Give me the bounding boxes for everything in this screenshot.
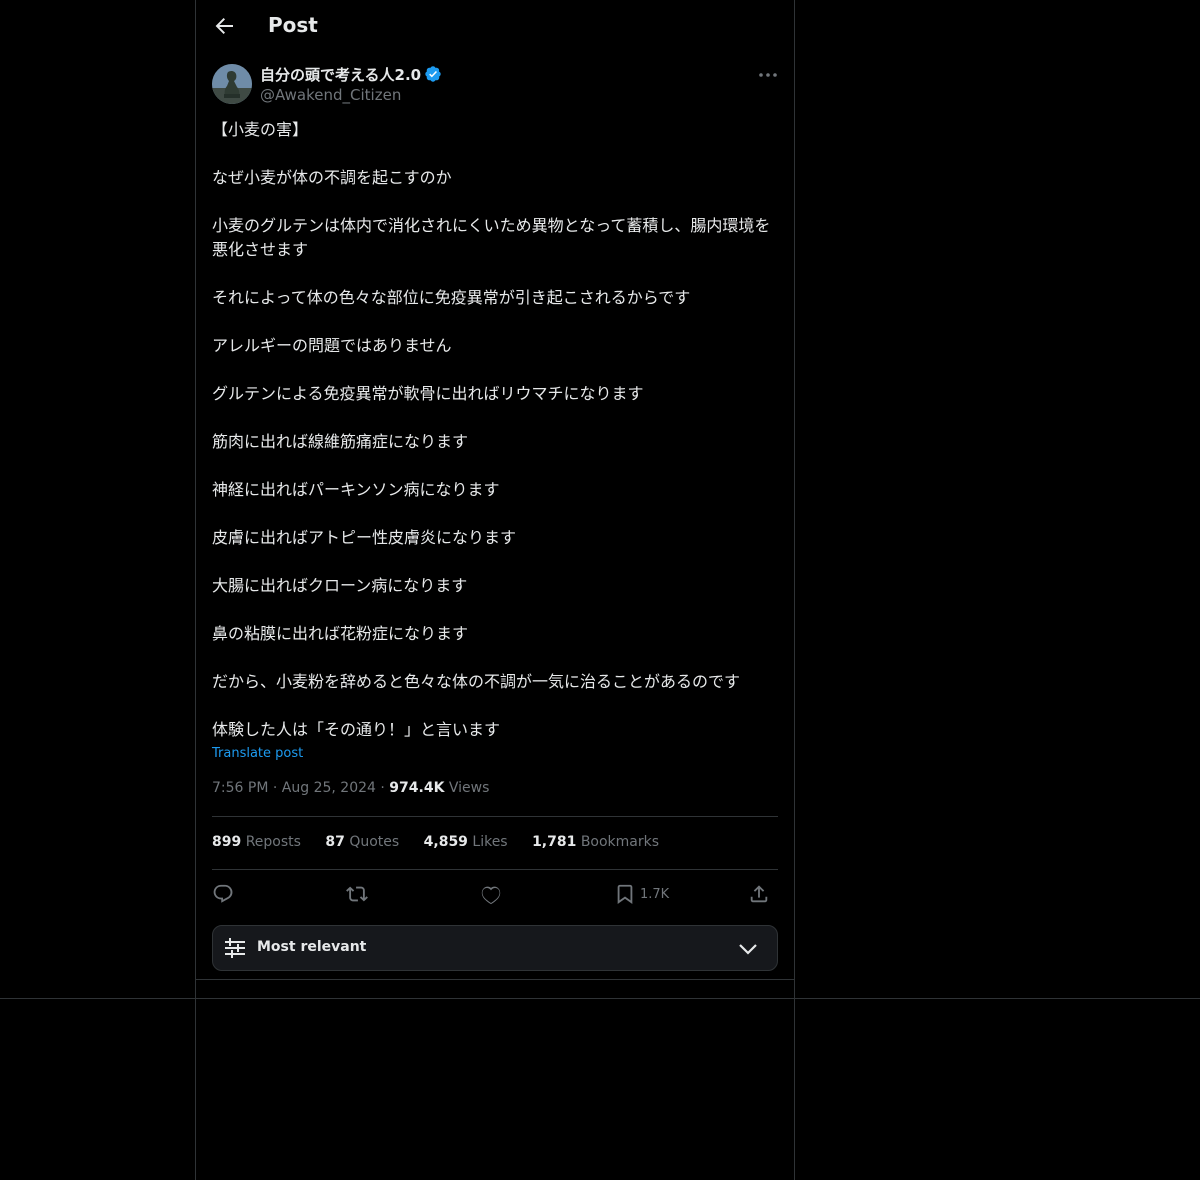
reposts-stat[interactable]: 899 Reposts: [212, 834, 301, 850]
quotes-label: Quotes: [349, 834, 400, 850]
bookmark-button[interactable]: 1.7K: [614, 880, 669, 908]
reply-button[interactable]: [212, 880, 234, 908]
post-paragraph: 小麦のグルテンは体内で消化されにくいため異物となって蓄積し、腸内環境を悪化させま…: [212, 216, 771, 259]
likes-stat[interactable]: 4,859 Likes: [424, 834, 508, 850]
post-paragraph: だから、小麦粉を辞めると色々な体の不調が一気に治ることがあるのです: [212, 672, 741, 691]
sort-label: Most relevant: [257, 939, 367, 955]
share-button[interactable]: [748, 880, 770, 908]
post-paragraph: なぜ小麦が体の不調を起こすのか: [212, 168, 452, 187]
reposts-count: 899: [212, 834, 242, 850]
bookmarks-count: 1,781: [532, 834, 577, 850]
post-paragraph: 鼻の粘膜に出れば花粉症になります: [212, 624, 469, 643]
verified-badge-icon: [424, 65, 442, 87]
post-date[interactable]: Aug 25, 2024: [282, 780, 376, 796]
meta-separator: ·: [272, 780, 282, 796]
post-paragraph: グルテンによる免疫異常が軟骨に出ればリウマチになります: [212, 384, 644, 403]
more-options-icon[interactable]: [756, 64, 780, 86]
translate-post-link[interactable]: Translate post: [212, 746, 303, 761]
share-icon: [750, 885, 768, 903]
likes-label: Likes: [472, 834, 508, 850]
views-count: 974.4K: [389, 780, 445, 796]
post-header: Post: [196, 0, 794, 54]
post-column: Post 自分の頭で考える人2.0 @Awakend_Citizen 【小麦の害…: [195, 0, 795, 1180]
post-paragraph: それによって体の色々な部位に免疫異常が引き起こされるからです: [212, 288, 691, 307]
page-title: Post: [268, 13, 318, 37]
post-paragraph: 体験した人は「その通り！」と言います: [212, 720, 501, 739]
back-arrow-icon[interactable]: [212, 14, 236, 38]
post-paragraph: 大腸に出ればクローン病になります: [212, 576, 468, 595]
bookmarks-label: Bookmarks: [580, 834, 660, 850]
reply-icon: [213, 884, 233, 903]
heart-icon: [481, 886, 501, 905]
avatar[interactable]: [212, 64, 252, 104]
post-text: 【小麦の害】 なぜ小麦が体の不調を起こすのか 小麦のグルテンは体内で消化されにく…: [212, 118, 778, 742]
divider: [212, 816, 778, 817]
meta-separator: ·: [380, 780, 390, 796]
repost-icon: [346, 886, 368, 902]
quotes-stat[interactable]: 87 Quotes: [325, 834, 399, 850]
post-time[interactable]: 7:56 PM: [212, 780, 268, 796]
page-divider: [0, 998, 1200, 999]
repost-button[interactable]: [346, 880, 368, 908]
post-paragraph: 神経に出ればパーキンソン病になります: [212, 480, 500, 499]
bookmarks-stat[interactable]: 1,781 Bookmarks: [532, 834, 659, 850]
column-divider: [196, 979, 794, 980]
engagement-stats: 899 Reposts 87 Quotes 4,859 Likes 1,781 …: [212, 834, 679, 850]
quotes-count: 87: [325, 834, 345, 850]
bookmark-icon: [617, 884, 633, 904]
post-paragraph: 皮膚に出ればアトピー性皮膚炎になります: [212, 528, 517, 547]
like-button[interactable]: [480, 880, 502, 908]
post-paragraph: 【小麦の害】: [212, 120, 309, 139]
divider: [212, 869, 778, 870]
post-meta: 7:56 PM · Aug 25, 2024 · 974.4K Views: [212, 780, 489, 796]
post-paragraph: アレルギーの問題ではありません: [212, 336, 452, 355]
likes-count: 4,859: [423, 834, 468, 850]
sliders-icon: [225, 938, 245, 958]
author-display-name[interactable]: 自分の頭で考える人2.0: [260, 64, 442, 87]
author-handle[interactable]: @Awakend_Citizen: [260, 86, 401, 104]
views-label: Views: [448, 780, 490, 796]
author-name-text: 自分の頭で考える人2.0: [260, 66, 422, 84]
post-paragraph: 筋肉に出れば線維筋痛症になります: [212, 432, 469, 451]
reposts-label: Reposts: [245, 834, 301, 850]
bookmark-count: 1.7K: [640, 886, 670, 902]
chevron-down-icon: [737, 938, 759, 960]
reply-sort-dropdown[interactable]: Most relevant: [212, 925, 778, 971]
post-actions: 1.7K: [212, 880, 778, 908]
